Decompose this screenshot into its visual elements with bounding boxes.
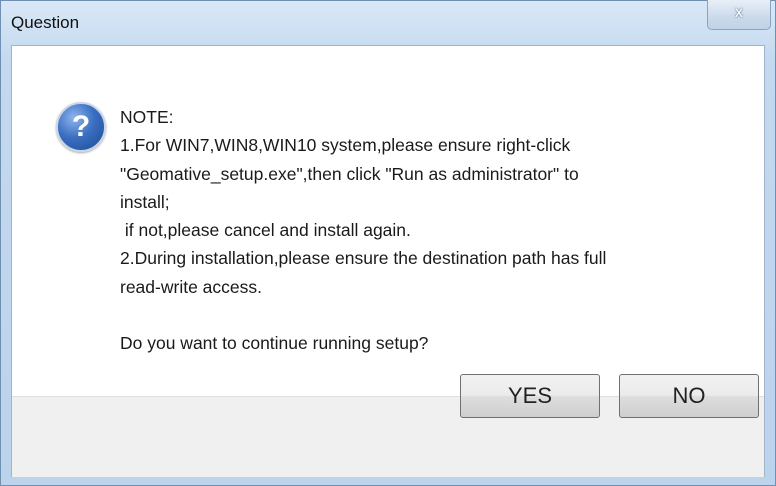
window-title: Question [11, 13, 80, 32]
message-line: ​ [120, 301, 740, 329]
message-line: if not,please cancel and install again. [120, 220, 411, 241]
close-button[interactable]: x [707, 0, 771, 30]
message-line: install; [120, 191, 170, 212]
message-line: 1.For WIN7,WIN8,WIN10 system,please ensu… [120, 135, 571, 156]
message-line: 2.During installation,please ensure the … [120, 248, 607, 269]
yes-button[interactable]: YES [460, 374, 600, 418]
message-line: read-write access. [120, 276, 262, 297]
message-line: NOTE: [120, 107, 174, 127]
no-button[interactable]: NO [619, 374, 759, 418]
title-bar[interactable]: Question x [1, 0, 775, 45]
message-line: Do you want to continue running setup? [120, 333, 429, 354]
close-icon: x [734, 3, 744, 21]
message-text: NOTE: 1.For WIN7,WIN8,WIN10 system,pleas… [120, 103, 740, 358]
message-line: "Geomative_setup.exe",then click "Run as… [120, 163, 579, 184]
dialog-window: Question x ? NOTE: 1.For WIN7,WIN8,WIN10… [0, 0, 776, 486]
question-icon: ? [56, 102, 106, 152]
